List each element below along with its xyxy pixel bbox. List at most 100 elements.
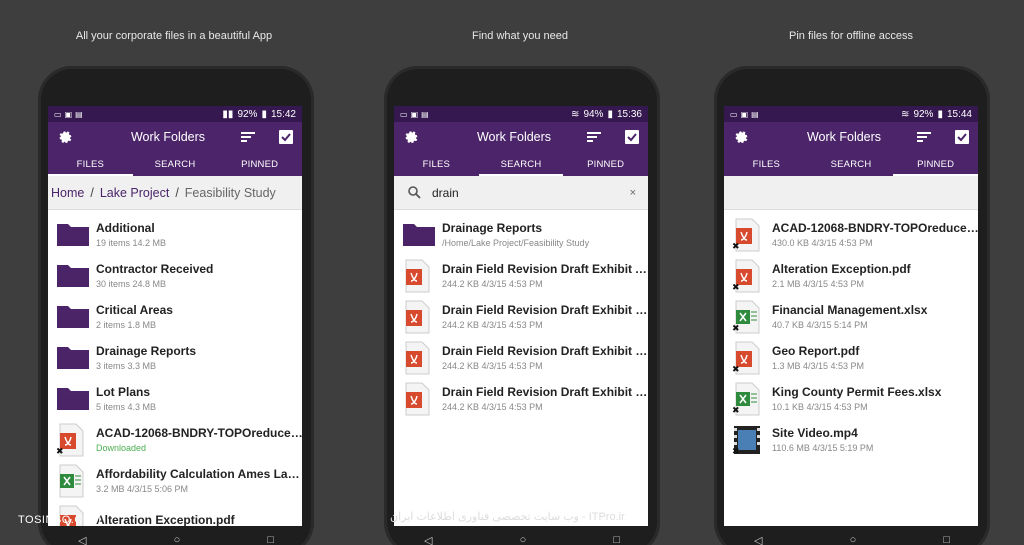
list-item[interactable]: ✖ ACAD-12068-BNDRY-TOPOreduced.pdf Downloa…: [48, 419, 302, 460]
list-item[interactable]: Drain Field Revision Draft Exhibit B.pdf…: [394, 296, 648, 337]
item-name: Affordability Calculation Ames Lake.xlsx: [96, 467, 302, 481]
list-item[interactable]: Contractor Received 30 items 24.8 MB: [48, 255, 302, 296]
gear-icon[interactable]: [732, 129, 748, 145]
caption-2: Find what you need: [471, 30, 568, 42]
sort-icon[interactable]: [916, 129, 932, 145]
search-icon: [406, 185, 422, 201]
pin-icon: ✖: [732, 322, 740, 333]
tab-pinned[interactable]: PINNED: [563, 152, 648, 176]
item-details: 5 items 4.3 MB: [96, 402, 157, 412]
android-nav-bar: ◁ ○ □: [424, 534, 620, 545]
back-icon[interactable]: ◁: [424, 534, 432, 545]
battery-icon: ▮: [261, 108, 267, 120]
list-item[interactable]: Drain Field Revision Draft Exhibit D.pdf…: [394, 378, 648, 419]
list-item[interactable]: Affordability Calculation Ames Lake.xlsx…: [48, 460, 302, 501]
back-icon[interactable]: ◁: [754, 534, 762, 545]
list-item[interactable]: ✖ Alteration Exception.pdf 2.1 MB 4/3/15 4…: [724, 255, 978, 296]
item-name: Financial Management.xlsx: [772, 303, 928, 317]
list-item[interactable]: Lot Plans 5 items 4.3 MB: [48, 378, 302, 419]
status-bar: ▭ ▣ ▤ ▮▮ 92% ▮ 15:42: [48, 106, 302, 122]
caption-3: Pin files for offline access: [789, 30, 913, 42]
recents-icon[interactable]: □: [943, 534, 950, 545]
list-item[interactable]: ✖ Site Video.mp4 110.6 MB 4/3/15 5:19 PM: [724, 419, 978, 460]
breadcrumb-current: Feasibility Study: [184, 185, 276, 200]
home-icon[interactable]: ○: [850, 534, 857, 545]
phone-files: ▭ ▣ ▤ ▮▮ 92% ▮ 15:42 Work Folders FILES SE…: [38, 66, 314, 545]
pdf-file-icon: [402, 341, 436, 375]
list-item[interactable]: Critical Areas 2 items 1.8 MB: [48, 296, 302, 337]
status-bar: ▭ ▣ ▤ ≋ 94% ▮ 15:36: [394, 106, 648, 122]
app-title: Work Folders: [806, 130, 882, 144]
pin-icon: ✖: [732, 281, 740, 292]
sort-icon[interactable]: [240, 129, 256, 145]
item-details: 40.7 KB 4/3/15 5:14 PM: [772, 320, 868, 330]
breadcrumb-lake-project[interactable]: Lake Project: [100, 186, 169, 200]
breadcrumb: Home / Lake Project / Feasibility Study: [48, 176, 302, 210]
app-bar: Work Folders: [724, 122, 978, 152]
app-title: Work Folders: [476, 130, 552, 144]
home-icon[interactable]: ○: [174, 534, 181, 545]
item-details: 30 items 24.8 MB: [96, 279, 167, 289]
watermark-tosinso: TOSINSO.COM: [18, 514, 102, 526]
select-checkbox-icon[interactable]: [954, 129, 970, 145]
screen: ▭ ▣ ▤ ≋ 94% ▮ 15:36 Work Folders FILES SEA…: [394, 106, 648, 526]
back-icon[interactable]: ◁: [78, 534, 86, 545]
tab-bar: FILES SEARCH PINNED: [724, 152, 978, 176]
gear-icon[interactable]: [402, 129, 418, 145]
item-details: 3 items 3.3 MB: [96, 361, 157, 371]
list-item[interactable]: Drain Field Revision Draft Exhibit A.pdf…: [394, 255, 648, 296]
battery-level: 92%: [237, 108, 258, 120]
list-item[interactable]: ✖ Geo Report.pdf 1.3 MB 4/3/15 4:53 PM: [724, 337, 978, 378]
pinned-list: ✖ ACAD-12068-BNDRY-TOPOreduced.pdf 430.0 K…: [724, 210, 978, 460]
search-input[interactable]: [432, 185, 630, 200]
item-details: 244.2 KB 4/3/15 4:53 PM: [442, 320, 543, 330]
breadcrumb-separator: /: [175, 185, 179, 200]
list-item[interactable]: Drain Field Revision Draft Exhibit C.pdf…: [394, 337, 648, 378]
item-name: ACAD-12068-BNDRY-TOPOreduced.pdf: [96, 426, 302, 440]
tab-files[interactable]: FILES: [394, 152, 479, 176]
list-item[interactable]: Drainage Reports 3 items 3.3 MB: [48, 337, 302, 378]
folder-icon: [56, 341, 90, 375]
item-name: Drainage Reports: [442, 221, 543, 235]
tab-search[interactable]: SEARCH: [478, 152, 564, 176]
search-results-list: Drainage Reports/Home/Lake Project/Feasi…: [394, 210, 648, 419]
notification-icons: ▭ ▣ ▤: [400, 109, 429, 119]
select-checkbox-icon[interactable]: [624, 129, 640, 145]
tab-files[interactable]: FILES: [724, 152, 809, 176]
notification-icons: ▭ ▣ ▤: [730, 109, 759, 119]
folder-icon: [56, 259, 90, 293]
tab-search[interactable]: SEARCH: [133, 152, 218, 176]
pinned-header: [724, 176, 978, 210]
tab-pinned[interactable]: PINNED: [893, 152, 978, 176]
list-item[interactable]: Additional 19 items 14.2 MB: [48, 214, 302, 255]
select-checkbox-icon[interactable]: [278, 129, 294, 145]
home-icon[interactable]: ○: [520, 534, 527, 545]
item-name: Contractor Received: [96, 262, 214, 276]
tab-files[interactable]: FILES: [48, 152, 133, 176]
list-item[interactable]: ✖ Financial Management.xlsx 40.7 KB 4/3/15…: [724, 296, 978, 337]
item-name: Lot Plans: [96, 385, 151, 399]
item-name: ACAD-12068-BNDRY-TOPOreduced.pdf: [772, 221, 978, 235]
item-name: Alteration Exception.pdf: [96, 513, 235, 526]
list-item[interactable]: ✖ ACAD-12068-BNDRY-TOPOreduced.pdf 430.0 K…: [724, 214, 978, 255]
recents-icon[interactable]: □: [267, 534, 274, 545]
pin-icon: ✖: [732, 445, 740, 456]
gear-icon[interactable]: [56, 129, 72, 145]
pdf-file-icon: [402, 300, 436, 334]
recents-icon[interactable]: □: [613, 534, 620, 545]
list-item[interactable]: Drainage Reports/Home/Lake Project/Feasi…: [394, 214, 648, 255]
app-bar: Work Folders: [394, 122, 648, 152]
app-title: Work Folders: [130, 130, 206, 144]
item-details: 2 items 1.8 MB: [96, 320, 157, 330]
item-details: 10.1 KB 4/3/15 4:53 PM: [772, 402, 868, 412]
breadcrumb-home[interactable]: Home: [51, 186, 84, 200]
sort-icon[interactable]: [586, 129, 602, 145]
pdf-file-icon: ✖: [732, 218, 766, 252]
breadcrumb-separator: /: [90, 185, 94, 200]
list-item[interactable]: ✖ King County Permit Fees.xlsx 10.1 KB 4/3…: [724, 378, 978, 419]
tab-pinned[interactable]: PINNED: [217, 152, 302, 176]
clear-search-icon[interactable]: ×: [630, 187, 636, 199]
excel-file-icon: ✖: [732, 382, 766, 416]
tab-search[interactable]: SEARCH: [809, 152, 894, 176]
battery-level: 92%: [913, 108, 934, 120]
